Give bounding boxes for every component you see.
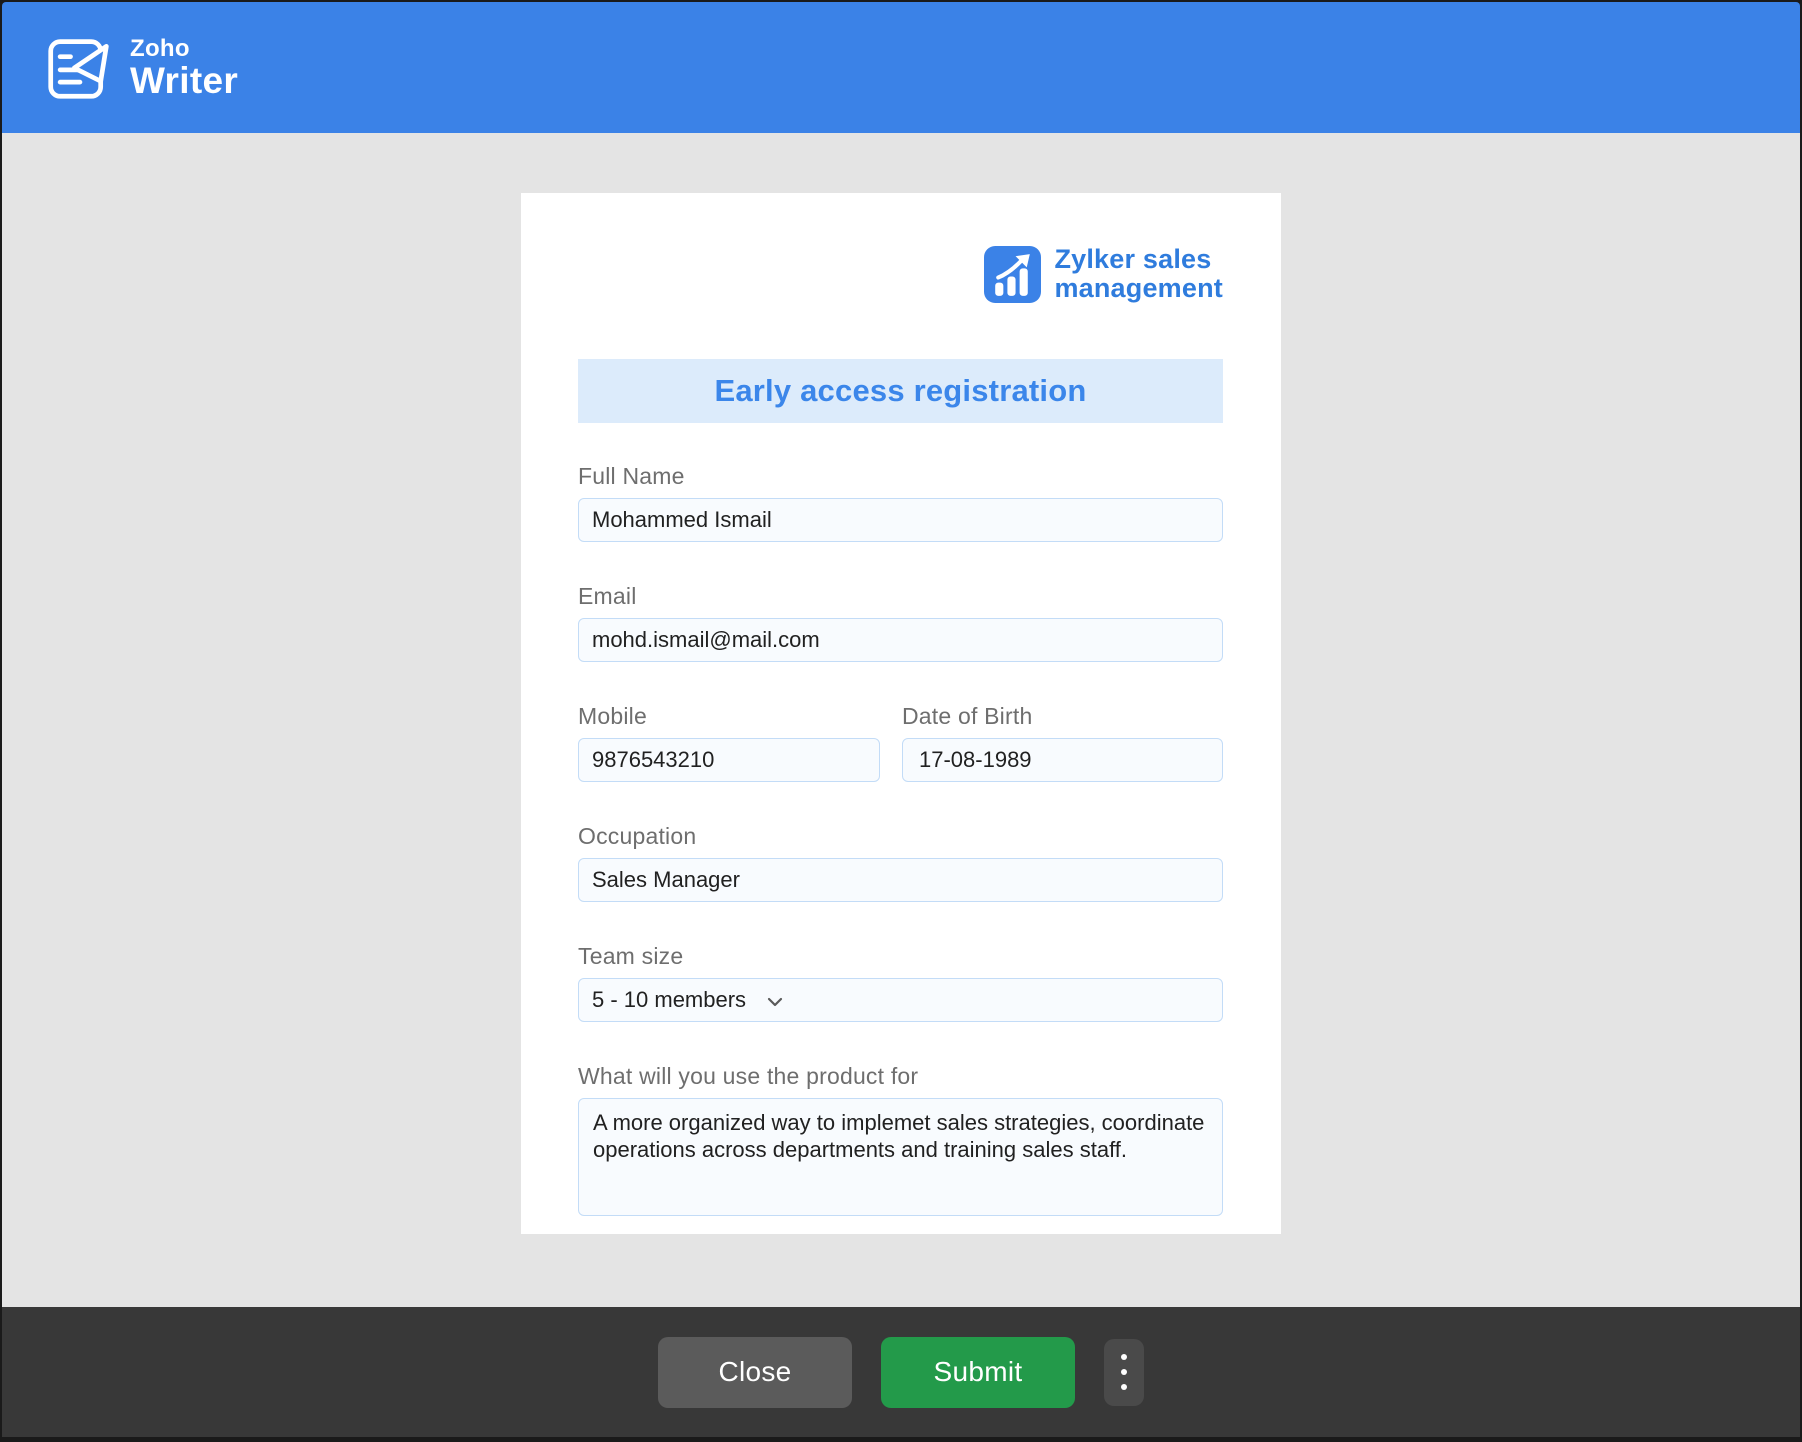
field-email: Email <box>578 583 1223 662</box>
full-name-label: Full Name <box>578 463 685 489</box>
team-size-dropdown[interactable]: 5 - 10 members <box>578 978 1223 1022</box>
email-label: Email <box>578 583 637 609</box>
form-title-banner: Early access registration <box>578 359 1223 423</box>
more-options-button[interactable] <box>1104 1338 1144 1406</box>
form-title: Early access registration <box>714 373 1087 408</box>
chevron-down-icon <box>767 997 783 1006</box>
field-dob: Date of Birth <box>902 703 1223 782</box>
dob-input[interactable] <box>902 738 1223 782</box>
occupation-label: Occupation <box>578 823 697 849</box>
bar-chart-growth-icon <box>984 245 1042 303</box>
zylker-line2: management <box>1054 273 1223 303</box>
app-window: Zoho Writer Zylker sales management Earl… <box>2 2 1800 1437</box>
field-team-size: Team size 5 - 10 members <box>578 943 1223 1022</box>
brand-zoho: Zoho <box>130 34 190 62</box>
document-preview-area: Zylker sales management Early access reg… <box>2 133 1800 1307</box>
app-header: Zoho Writer <box>2 2 1800 133</box>
brand-writer: Writer <box>130 59 239 101</box>
kebab-menu-icon <box>1121 1354 1127 1360</box>
submit-button[interactable]: Submit <box>881 1336 1075 1408</box>
occupation-input[interactable] <box>578 858 1223 902</box>
zylker-line1: Zylker sales <box>1054 244 1212 274</box>
usage-label: What will you use the product for <box>578 1063 919 1089</box>
form-card: Zylker sales management Early access reg… <box>521 193 1281 1234</box>
email-input[interactable] <box>578 618 1223 662</box>
team-size-label: Team size <box>578 943 684 969</box>
zylker-logo-text: Zylker sales management <box>1054 245 1223 303</box>
app-title: Zoho Writer <box>130 34 239 101</box>
close-button[interactable]: Close <box>658 1336 852 1408</box>
team-size-selected-value: 5 - 10 members <box>592 987 747 1012</box>
mobile-label: Mobile <box>578 703 647 729</box>
dob-label: Date of Birth <box>902 703 1033 729</box>
field-mobile: Mobile <box>578 703 880 782</box>
usage-textarea[interactable]: A more organized way to implemet sales s… <box>578 1098 1223 1216</box>
action-bar: Close Submit <box>2 1307 1800 1437</box>
zoho-writer-logo: Zoho Writer <box>46 35 238 101</box>
field-full-name: Full Name <box>578 463 1223 542</box>
field-usage: What will you use the product for A more… <box>578 1063 1223 1221</box>
zylker-logo: Zylker sales management <box>578 245 1223 303</box>
mobile-input[interactable] <box>578 738 880 782</box>
field-row-mobile-dob: Mobile Date of Birth <box>578 703 1223 782</box>
field-occupation: Occupation <box>578 823 1223 902</box>
full-name-input[interactable] <box>578 498 1223 542</box>
writer-document-icon <box>48 38 109 99</box>
